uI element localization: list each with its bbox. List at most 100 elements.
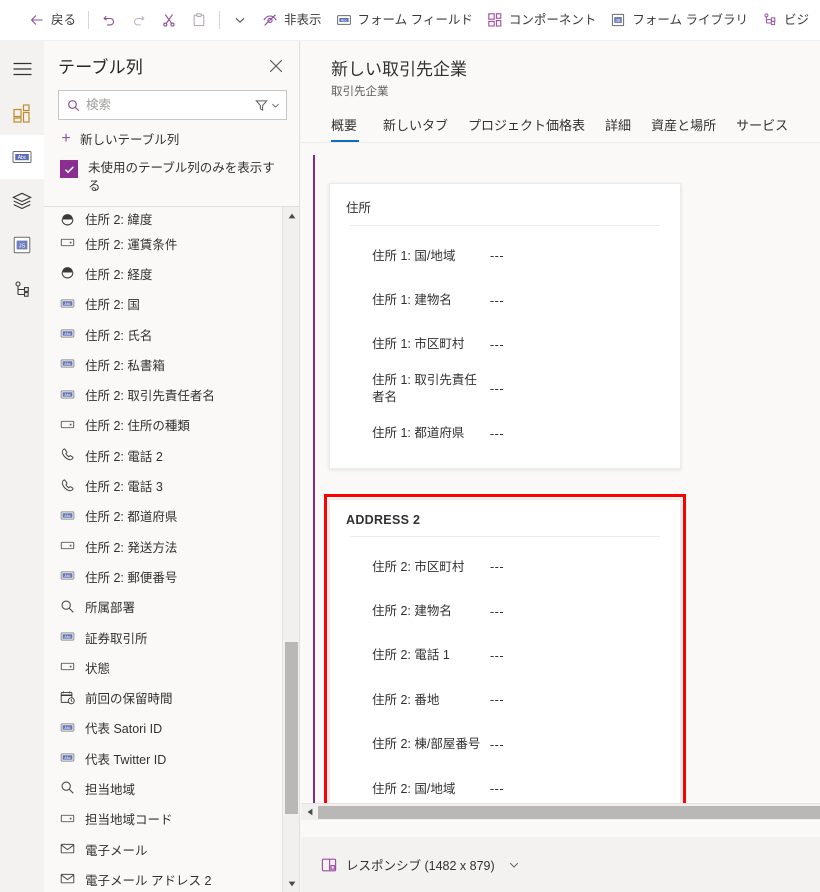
svg-text:JS: JS <box>19 243 26 249</box>
column-list-item[interactable]: 電子メール <box>44 834 282 864</box>
column-list-item[interactable]: Abc 住所 2: 私書箱 <box>44 349 282 379</box>
form-section-card[interactable]: ADDRESS 2 住所 2: 市区町村 --- 住所 2: 建物名 --- 住所 2: … <box>329 499 681 820</box>
back-button[interactable]: 戻る <box>22 4 83 36</box>
column-list-item[interactable]: 電子メール アドレス 2 <box>44 864 282 892</box>
checkbox-checked-icon[interactable] <box>60 160 78 178</box>
show-unused-label: 未使用のテーブル列のみを表示する <box>88 161 275 193</box>
rail-item-table-columns[interactable]: Abc <box>0 135 44 179</box>
filter-chevron-down-icon <box>272 103 279 108</box>
column-list-item[interactable]: 住所 2: 運賃条件 <box>44 228 282 258</box>
scroll-left-arrow-icon[interactable] <box>301 804 318 821</box>
component-icon <box>487 12 503 28</box>
form-field-value: --- <box>490 293 504 308</box>
form-field-value: --- <box>490 693 504 708</box>
column-list-item[interactable]: Abc 代表 Twitter ID <box>44 743 282 773</box>
scroll-up-arrow-icon[interactable] <box>283 207 299 224</box>
column-list-item[interactable]: 所属部署 <box>44 592 282 622</box>
rail-item-business-rules[interactable] <box>0 267 44 311</box>
chevron-down-icon <box>232 12 248 28</box>
column-list-item[interactable]: 住所 2: 発送方法 <box>44 531 282 561</box>
column-list-item[interactable]: 前回の保留時間 <box>44 682 282 712</box>
form-field-row[interactable]: 住所 2: 棟/部屋番号 --- <box>330 723 680 767</box>
column-list-item[interactable]: Abc 住所 2: 郵便番号 <box>44 561 282 591</box>
canvas-horizontal-scrollbar[interactable] <box>301 803 820 820</box>
column-list-item-label: 所属部署 <box>85 601 136 616</box>
form-field-row[interactable]: 住所 1: 都道府県 --- <box>330 412 680 456</box>
form-tab[interactable]: 資産と場所 <box>641 111 726 142</box>
form-field-row[interactable]: 住所 1: 建物名 --- <box>330 278 680 322</box>
panel-title: テーブル列 <box>58 58 143 77</box>
hide-button[interactable]: 非表示 <box>255 4 329 36</box>
cut-button[interactable] <box>154 4 184 36</box>
form-field-value: --- <box>490 426 504 441</box>
form-field-row[interactable]: 住所 1: 市区町村 --- <box>330 323 680 367</box>
new-table-column-button[interactable]: + 新しいテーブル列 <box>60 129 299 148</box>
search-box[interactable] <box>58 90 287 120</box>
search-input[interactable] <box>86 92 247 118</box>
column-list-item[interactable]: 担当地域コード <box>44 804 282 834</box>
form-field-row[interactable]: 住所 2: 番地 --- <box>330 678 680 722</box>
form-field-button[interactable]: Abc フォーム フィールド <box>329 4 480 36</box>
optionset-icon <box>60 811 76 827</box>
form-tab[interactable]: 新しいタブ <box>373 111 458 142</box>
column-list-item-label: 住所 2: 都道府県 <box>85 510 178 525</box>
column-list-item[interactable]: Abc 代表 Satori ID <box>44 713 282 743</box>
redo-button[interactable] <box>124 4 154 36</box>
rail-item-form-libraries[interactable]: JS <box>0 223 44 267</box>
panel-vertical-scrollbar[interactable] <box>282 207 299 892</box>
section-title: 住所 <box>346 201 372 215</box>
column-list-item[interactable]: 担当地域 <box>44 773 282 803</box>
panel-scroll-thumb[interactable] <box>285 642 298 814</box>
filter-button[interactable] <box>255 99 281 112</box>
undo-button[interactable] <box>94 4 124 36</box>
business-rule-button[interactable]: ビジ <box>755 4 816 36</box>
form-canvas: 住所住所 1: 国/地域 --- 住所 1: 建物名 --- 住所 1: 市区町村 ---… <box>301 155 820 820</box>
form-tab[interactable]: サービス <box>726 111 798 142</box>
overflow-chevron-button[interactable] <box>225 4 255 36</box>
component-label: コンポーネント <box>508 13 597 27</box>
column-list-item[interactable]: 住所 2: 電話 3 <box>44 470 282 500</box>
svg-text:Abc: Abc <box>64 332 70 336</box>
column-list-item-label: 住所 2: 発送方法 <box>85 540 178 555</box>
scroll-down-arrow-icon[interactable] <box>283 875 299 892</box>
column-list-item[interactable]: 状態 <box>44 652 282 682</box>
column-list-item[interactable]: Abc 住所 2: 取引先責任者名 <box>44 379 282 409</box>
show-unused-checkbox-row[interactable]: 未使用のテーブル列のみを表示する <box>60 159 283 195</box>
rail-item-menu[interactable] <box>0 47 44 91</box>
svg-text:Abc: Abc <box>64 393 70 397</box>
form-tab[interactable]: 詳細 <box>595 111 641 142</box>
hide-label: 非表示 <box>284 13 322 27</box>
new-table-column-label: 新しいテーブル列 <box>80 133 180 147</box>
plus-icon: + <box>61 129 71 147</box>
form-field-row[interactable]: 住所 2: 市区町村 --- <box>330 545 680 589</box>
form-field-row[interactable]: 住所 2: 建物名 --- <box>330 589 680 633</box>
svg-text:Abc: Abc <box>340 19 347 23</box>
column-list-item[interactable]: 住所 2: 住所の種類 <box>44 410 282 440</box>
component-button[interactable]: コンポーネント <box>480 4 604 36</box>
hscroll-thumb[interactable] <box>318 805 820 819</box>
column-list-item[interactable]: 住所 2: 緯度 <box>44 208 282 228</box>
form-library-button[interactable]: JS フォーム ライブラリ <box>603 4 755 36</box>
paste-button[interactable] <box>184 4 214 36</box>
form-section-card[interactable]: 住所住所 1: 国/地域 --- 住所 1: 建物名 --- 住所 1: 市区町村 ---… <box>329 183 681 469</box>
column-list-item[interactable]: Abc 証券取引所 <box>44 622 282 652</box>
panel-header: テーブル列 <box>44 41 299 84</box>
rail-item-components[interactable] <box>0 91 44 135</box>
column-list-item[interactable]: 住所 2: 電話 2 <box>44 440 282 470</box>
svg-text:Abc: Abc <box>64 635 70 639</box>
form-field-row[interactable]: 住所 1: 取引先責任者名 --- <box>330 367 680 411</box>
chevron-down-icon[interactable] <box>508 859 520 871</box>
column-list-item[interactable]: 住所 2: 経度 <box>44 258 282 288</box>
column-list-item[interactable]: Abc 住所 2: 都道府県 <box>44 501 282 531</box>
close-icon[interactable] <box>267 57 285 75</box>
form-tab[interactable]: プロジェクト価格表 <box>458 111 595 142</box>
form-field-row[interactable]: 住所 1: 国/地域 --- <box>330 234 680 278</box>
form-field-value: --- <box>490 337 504 352</box>
column-list-item[interactable]: Abc 住所 2: 氏名 <box>44 319 282 349</box>
form-tab[interactable]: 概要 <box>331 111 367 142</box>
responsive-layout-selector[interactable]: レスポンシブ (1482 x 879) <box>321 855 520 874</box>
rail-item-layers[interactable] <box>0 179 44 223</box>
column-list-item[interactable]: Abc 住所 2: 国 <box>44 289 282 319</box>
hscroll-trough[interactable] <box>318 804 820 821</box>
form-field-row[interactable]: 住所 2: 電話 1 --- <box>330 634 680 678</box>
